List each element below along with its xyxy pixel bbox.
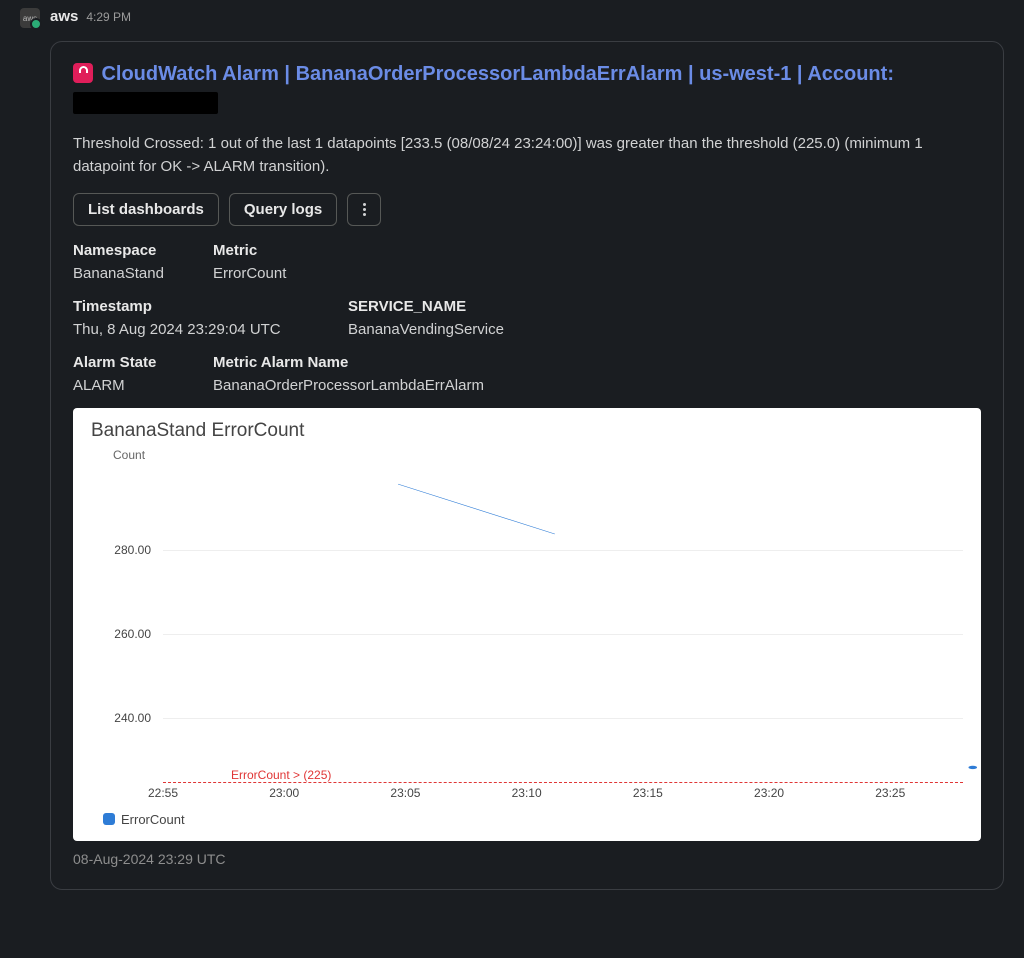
chart-plot: 240.00260.00280.00 22:5523:0023:0523:102…: [101, 466, 963, 806]
chart-lines: [163, 466, 1024, 806]
metric-alarm-name-value: BananaOrderProcessorLambdaErrAlarm: [213, 377, 981, 394]
alarm-attachment: CloudWatch Alarm | BananaOrderProcessorL…: [50, 41, 1004, 890]
attachment-footer-timestamp: 08-Aug-2024 23:29 UTC: [73, 851, 981, 867]
redacted-account: [73, 92, 218, 114]
namespace-value: BananaStand: [73, 265, 213, 282]
rotating-light-icon: [73, 63, 93, 83]
slack-message: aws aws 4:29 PM CloudWatch Alarm | Banan…: [0, 0, 1024, 890]
message-body: aws 4:29 PM CloudWatch Alarm | BananaOrd…: [50, 8, 1004, 890]
service-name-label: SERVICE_NAME: [348, 298, 981, 315]
chart: BananaStand ErrorCount Count 240.00260.0…: [73, 408, 981, 841]
fields-row-2: Timestamp SERVICE_NAME Thu, 8 Aug 2024 2…: [73, 298, 981, 338]
chart-ylabel: Count: [113, 448, 963, 462]
chart-title: BananaStand ErrorCount: [91, 420, 963, 442]
metric-alarm-name-label: Metric Alarm Name: [213, 354, 981, 371]
alarm-title-link[interactable]: CloudWatch Alarm | BananaOrderProcessorL…: [101, 63, 894, 85]
more-actions-button[interactable]: [347, 193, 381, 226]
message-timestamp[interactable]: 4:29 PM: [86, 10, 131, 24]
list-dashboards-button[interactable]: List dashboards: [73, 193, 219, 226]
timestamp-value: Thu, 8 Aug 2024 23:29:04 UTC: [73, 321, 348, 338]
vertical-dots-icon: [363, 208, 366, 211]
timestamp-label: Timestamp: [73, 298, 348, 315]
alarm-title-row: CloudWatch Alarm | BananaOrderProcessorL…: [73, 60, 981, 114]
metric-label: Metric: [213, 242, 981, 259]
y-axis: 240.00260.00280.00: [101, 466, 155, 782]
alarm-state-label: Alarm State: [73, 354, 213, 371]
legend-swatch-icon: [103, 813, 115, 825]
fields-row-1: Namespace Metric BananaStand ErrorCount: [73, 242, 981, 282]
legend-label: ErrorCount: [121, 812, 185, 827]
fields-row-3: Alarm State Metric Alarm Name ALARM Bana…: [73, 354, 981, 394]
username[interactable]: aws: [50, 8, 78, 25]
avatar[interactable]: aws: [20, 8, 40, 28]
message-header: aws 4:29 PM: [50, 8, 1004, 25]
alarm-state-value: ALARM: [73, 377, 213, 394]
metric-value: ErrorCount: [213, 265, 981, 282]
query-logs-button[interactable]: Query logs: [229, 193, 337, 226]
namespace-label: Namespace: [73, 242, 213, 259]
alarm-description: Threshold Crossed: 1 out of the last 1 d…: [73, 132, 981, 179]
x-axis: 22:5523:0023:0523:1023:1523:2023:25: [163, 786, 963, 806]
chart-legend: ErrorCount: [103, 812, 963, 827]
service-name-value: BananaVendingService: [348, 321, 981, 338]
button-row: List dashboards Query logs: [73, 193, 981, 226]
